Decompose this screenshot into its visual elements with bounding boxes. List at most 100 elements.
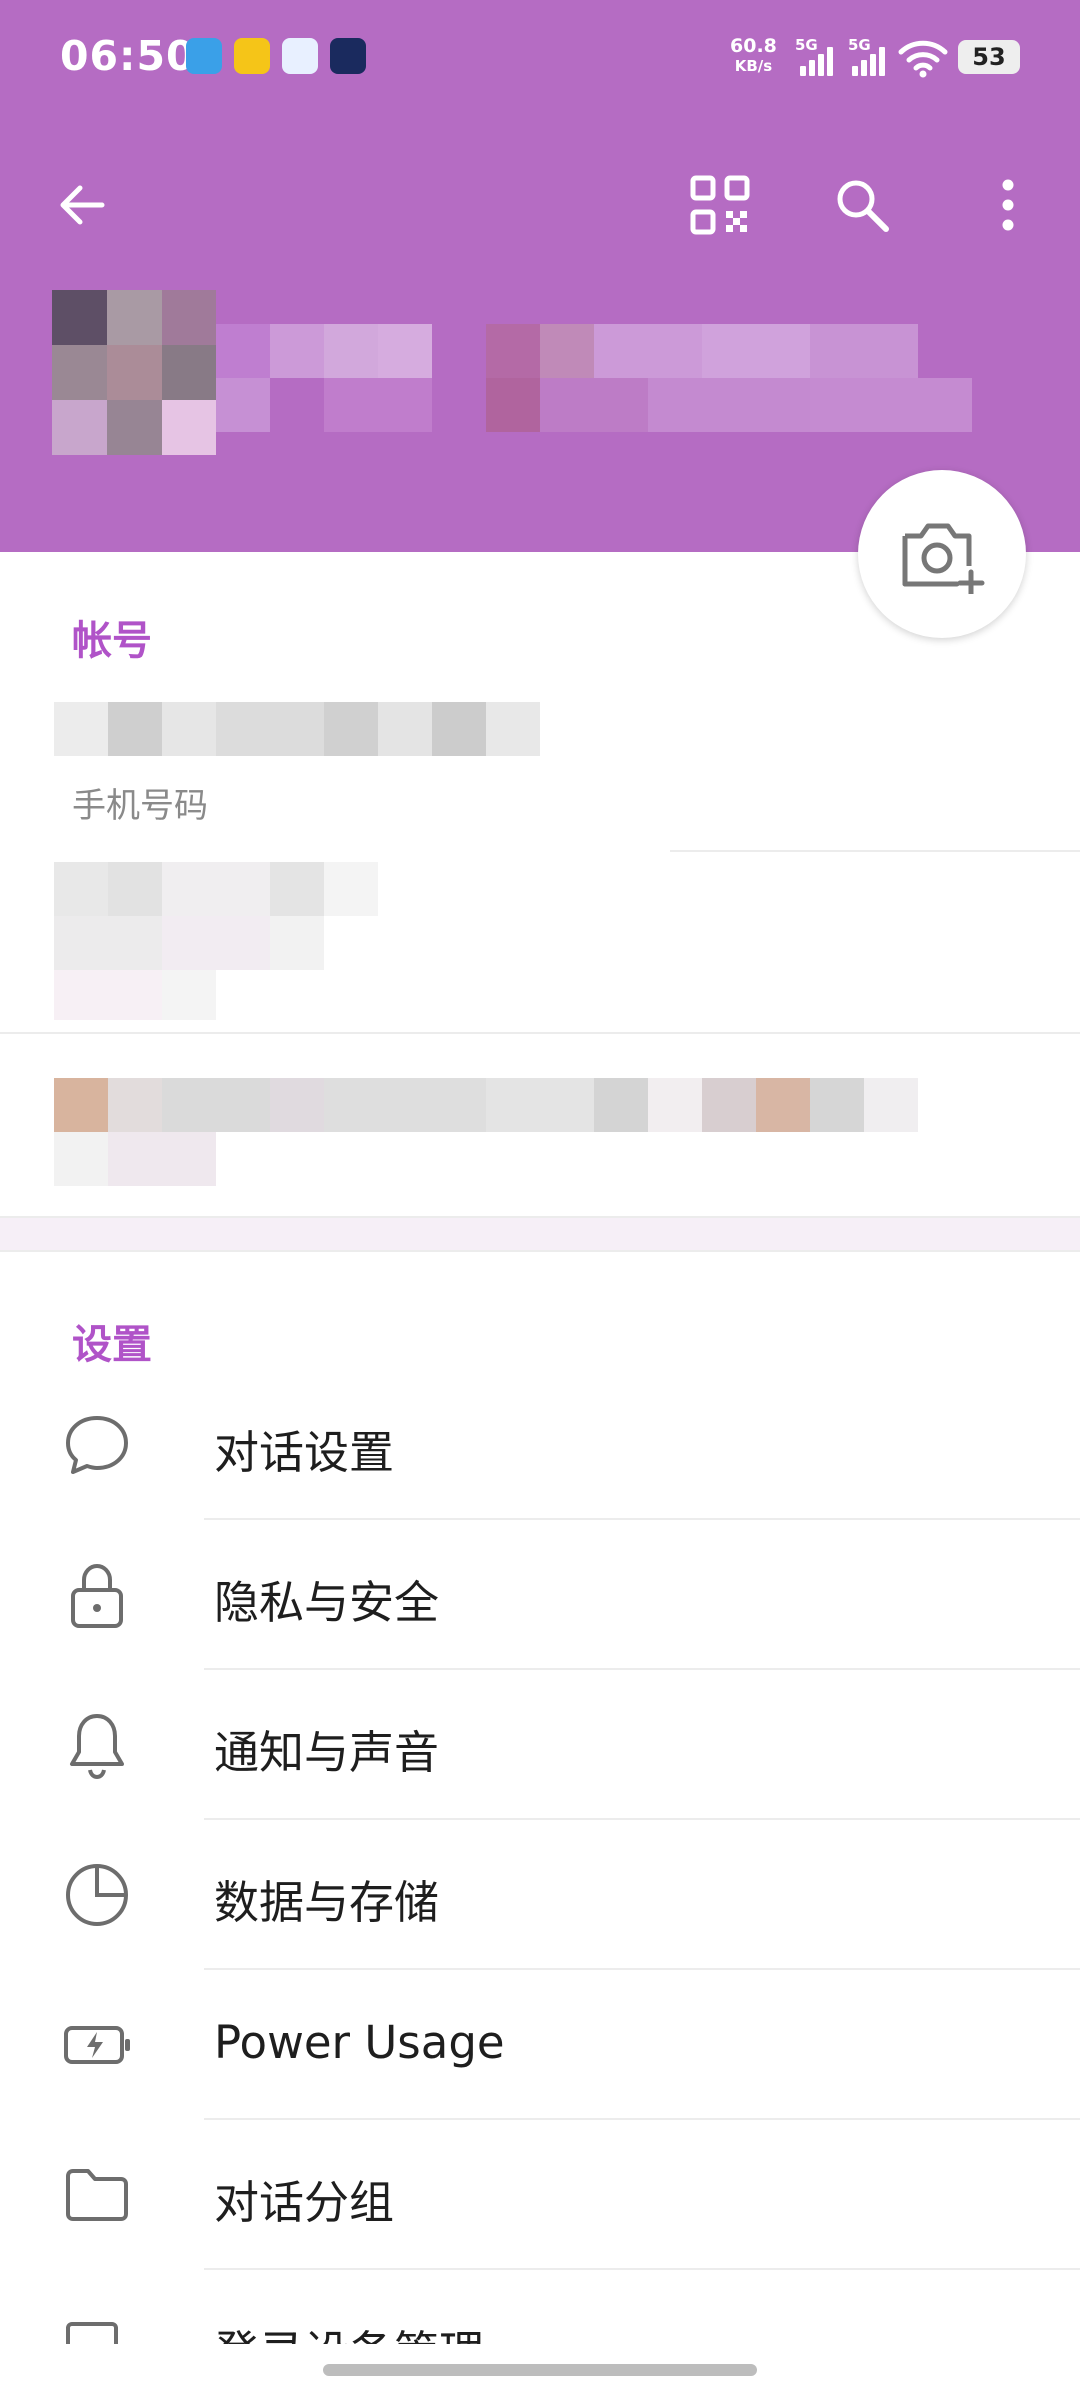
name-pixel: [810, 378, 972, 432]
phone-pixel: [216, 702, 324, 756]
name-pixel: [216, 378, 270, 432]
username-pixel: [162, 862, 270, 916]
username-row[interactable]: [0, 852, 1080, 1032]
net-speed: 60.8 KB/s: [730, 36, 777, 76]
avatar-pixel: [52, 290, 107, 345]
more-vertical-icon: [1002, 179, 1014, 231]
bio-pixel: [594, 1078, 648, 1132]
status-bar: 06:50 60.8 KB/s 5G 5G 53: [0, 0, 1080, 115]
phone-pixel: [54, 702, 108, 756]
lock-icon: [71, 1563, 123, 1628]
username-pixel: [162, 916, 270, 970]
profile-name-redacted: [216, 324, 1026, 432]
settings-item-chat-folders[interactable]: 对话分组: [0, 2120, 1080, 2270]
name-pixel: [702, 324, 810, 378]
settings-item-label: 数据与存储: [214, 1876, 440, 1929]
pie-clock-icon: [66, 1864, 128, 1926]
name-pixel: [270, 324, 324, 378]
name-pixel: [486, 378, 540, 432]
bio-pixel: [162, 1078, 270, 1132]
phone-pixel: [162, 702, 216, 756]
settings-item-chat[interactable]: 对话设置: [0, 1370, 1080, 1520]
username-pixel: [324, 862, 378, 916]
avatar-pixel: [162, 345, 216, 400]
devices-icon: [66, 2322, 118, 2344]
bio-redacted: [54, 1078, 918, 1186]
name-pixel: [540, 378, 648, 432]
bio-pixel: [864, 1078, 918, 1132]
bio-pixel: [702, 1078, 756, 1132]
folder-icon: [66, 2169, 128, 2221]
phone-pixel: [108, 702, 162, 756]
qr-code-button[interactable]: [680, 165, 760, 245]
bio-pixel: [648, 1078, 702, 1132]
net-speed-unit: KB/s: [734, 57, 773, 75]
notification-app-icon-3: [282, 38, 318, 74]
phone-number-redacted: [54, 702, 540, 756]
bio-pixel: [810, 1078, 864, 1132]
bio-pixel: [108, 1078, 162, 1132]
section-separator: [0, 1216, 1080, 1252]
bio-pixel: [486, 1078, 594, 1132]
avatar[interactable]: [52, 290, 216, 486]
phone-pixel: [432, 702, 486, 756]
settings-item-devices[interactable]: 登录设备管理: [0, 2270, 1080, 2344]
bio-pixel: [324, 1078, 486, 1132]
username-pixel: [54, 916, 162, 970]
name-pixel: [216, 324, 270, 378]
signal-icon-2: [852, 46, 892, 76]
qr-code-icon: [690, 175, 750, 235]
signal-icon-1: [800, 46, 840, 76]
notification-app-icon-1: [186, 38, 222, 74]
name-pixel: [378, 324, 432, 378]
chat-bubble-icon: [66, 1416, 128, 1474]
home-indicator[interactable]: [323, 2364, 757, 2376]
name-pixel: [594, 324, 702, 378]
username-pixel: [54, 970, 162, 1020]
username-pixel: [162, 970, 216, 1020]
profile-header: 06:50 60.8 KB/s 5G 5G 53: [0, 0, 1080, 552]
back-button[interactable]: [42, 165, 122, 245]
camera-add-icon: [902, 523, 985, 594]
username-pixel: [270, 862, 324, 916]
settings-item-label: 对话设置: [214, 1426, 395, 1479]
avatar-pixel: [162, 400, 216, 455]
avatar-pixel: [107, 290, 162, 345]
name-pixel: [324, 324, 378, 378]
name-pixel: [648, 378, 810, 432]
bio-pixel: [54, 1078, 108, 1132]
settings-item-data-storage[interactable]: 数据与存储: [0, 1820, 1080, 1970]
phone-pixel: [378, 702, 432, 756]
arrow-left-icon: [60, 185, 105, 225]
name-pixel: [540, 324, 594, 378]
net-speed-value: 60.8: [730, 35, 777, 57]
bio-row[interactable]: [0, 1034, 1080, 1214]
avatar-pixel: [107, 400, 162, 455]
more-options-button[interactable]: [968, 165, 1048, 245]
bio-pixel: [108, 1132, 216, 1186]
avatar-pixel: [52, 400, 107, 455]
bio-pixel: [756, 1078, 810, 1132]
wifi-icon: [898, 40, 948, 78]
avatar-pixel: [52, 345, 107, 400]
settings-item-privacy[interactable]: 隐私与安全: [0, 1520, 1080, 1670]
notification-app-icon-2: [234, 38, 270, 74]
settings-item-label: 隐私与安全: [214, 1576, 440, 1629]
name-pixel: [486, 324, 540, 378]
username-pixel: [108, 862, 162, 916]
avatar-pixel: [107, 345, 162, 400]
bell-icon: [70, 1714, 124, 1780]
username-pixel: [54, 862, 108, 916]
search-button[interactable]: [822, 165, 902, 245]
set-photo-button[interactable]: [858, 470, 1026, 638]
name-pixel: [324, 378, 432, 432]
status-time: 06:50: [60, 32, 196, 80]
settings-item-label: 登录设备管理: [214, 2316, 484, 2344]
battery-bolt-icon: [64, 2026, 130, 2064]
settings-section-title: 设置: [72, 1322, 152, 1368]
settings-item-notifications[interactable]: 通知与声音: [0, 1670, 1080, 1820]
username-redacted: [54, 862, 378, 1020]
settings-item-label: 通知与声音: [214, 1726, 440, 1779]
phone-pixel: [486, 702, 540, 756]
settings-item-power-usage[interactable]: Power Usage: [0, 1970, 1080, 2120]
